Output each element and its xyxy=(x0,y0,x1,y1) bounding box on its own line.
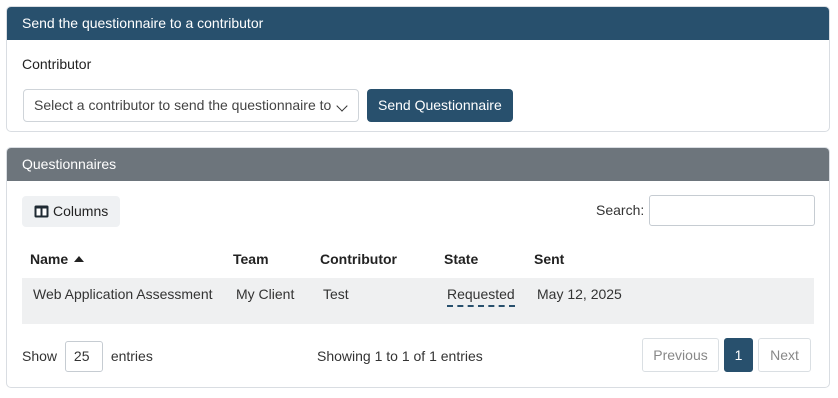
contributor-select-placeholder: Select a contributor to send the questio… xyxy=(34,97,332,113)
table-row[interactable]: Web Application Assessment My Client Tes… xyxy=(22,278,814,324)
column-header-contributor[interactable]: Contributor xyxy=(320,251,397,267)
send-questionnaire-button[interactable]: Send Questionnaire xyxy=(367,89,513,122)
entries-label: entries xyxy=(110,348,153,364)
column-header-sent[interactable]: Sent xyxy=(534,251,564,267)
page-length-select[interactable]: 25 xyxy=(64,341,103,372)
column-header-name-label: Name xyxy=(30,251,69,267)
contributor-select[interactable]: Select a contributor to send the questio… xyxy=(23,89,359,122)
page-length-control: Show 25 entries xyxy=(22,341,153,372)
cell-name: Web Application Assessment xyxy=(33,286,213,302)
contributor-label: Contributor xyxy=(22,56,92,72)
search-label: Search: xyxy=(596,202,645,218)
send-questionnaire-card: Send the questionnaire to a contributor … xyxy=(6,6,830,132)
show-label: Show xyxy=(22,348,58,364)
cell-contributor: Test xyxy=(323,286,349,302)
columns-button[interactable]: Columns xyxy=(22,196,121,228)
sort-up-icon xyxy=(74,256,85,262)
pagination-page-1[interactable]: 1 xyxy=(724,338,753,372)
cell-team: My Client xyxy=(236,286,295,302)
send-card-header: Send the questionnaire to a contributor xyxy=(7,7,829,40)
columns-button-label: Columns xyxy=(53,203,109,219)
pagination-next[interactable]: Next xyxy=(758,338,811,372)
search-input[interactable] xyxy=(649,195,815,226)
column-header-team[interactable]: Team xyxy=(233,251,269,267)
column-header-name[interactable]: Name xyxy=(30,251,85,267)
table-info: Showing 1 to 1 of 1 entries xyxy=(317,348,483,364)
table-header: Name Team Contributor State Sent xyxy=(22,243,814,278)
cell-state[interactable]: Requested xyxy=(447,286,515,307)
pagination-previous[interactable]: Previous xyxy=(642,338,719,372)
columns-icon xyxy=(34,199,49,228)
chevron-down-icon xyxy=(328,90,358,121)
questionnaires-card-header: Questionnaires xyxy=(7,148,829,181)
column-header-state[interactable]: State xyxy=(444,251,478,267)
questionnaires-card: Questionnaires Columns Search: Name Team… xyxy=(6,147,830,388)
cell-sent: May 12, 2025 xyxy=(537,286,622,302)
